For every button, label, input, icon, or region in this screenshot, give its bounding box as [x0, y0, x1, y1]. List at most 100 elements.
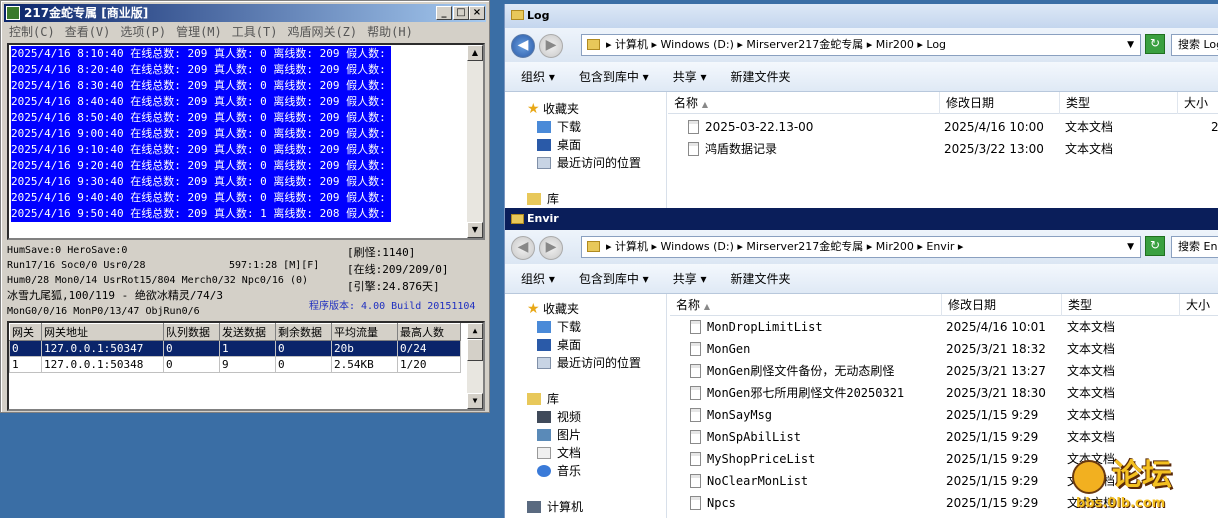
cell: 1 [9, 356, 42, 373]
header-size[interactable]: 大小 [1180, 294, 1218, 316]
nav-libraries[interactable]: 库 [527, 390, 559, 408]
forward-arrow-icon[interactable]: ▶ [539, 236, 563, 260]
file-row[interactable]: MonSayMsg 2025/1/15 9:29 文本文档 [670, 404, 1218, 426]
refresh-icon[interactable]: ↻ [1145, 34, 1165, 54]
new-folder-button[interactable]: 新建文件夹 [715, 264, 799, 294]
nav-favorites[interactable]: ★ 收藏夹 [527, 300, 579, 318]
back-arrow-icon[interactable]: ◀ [511, 236, 535, 260]
file-row[interactable]: MonDropLimitList 2025/4/16 10:01 文本文档 [670, 316, 1218, 338]
share-button[interactable]: 共享 ▾ [657, 62, 715, 92]
log-line: 2025/4/16 9:30:40 在线总数: 209 真人数: 0 离线数: … [11, 174, 400, 190]
menu-control[interactable]: 控制(C) [4, 23, 60, 41]
server-title-bar[interactable]: 217金蛇专属 [商业版] _ □ × [4, 4, 486, 22]
nav-recent[interactable]: 最近访问的位置 [537, 354, 641, 372]
log-line: 2025/4/16 8:30:40 在线总数: 209 真人数: 0 离线数: … [11, 78, 400, 94]
minimize-button[interactable]: _ [436, 6, 452, 20]
scroll-down-arrow-icon[interactable]: ▼ [467, 222, 483, 238]
nav-pictures[interactable]: 图片 [537, 426, 581, 444]
text-file-icon [690, 386, 701, 400]
stat-hum: Hum0/28 Mon0/14 UsrRot15/804 Merch0/32 N… [7, 275, 309, 286]
desktop-icon [537, 339, 551, 351]
header-name[interactable]: 名称 ▲ [668, 92, 940, 114]
nav-recent[interactable]: 最近访问的位置 [537, 154, 641, 172]
col-send[interactable]: 发送数据 [219, 323, 276, 341]
new-folder-button[interactable]: 新建文件夹 [715, 62, 799, 92]
header-size[interactable]: 大小 [1178, 92, 1218, 114]
include-library-button[interactable]: 包含到库中 ▾ [563, 264, 657, 294]
header-type[interactable]: 类型 [1060, 92, 1178, 114]
gateway-table[interactable]: 网关 网关地址 队列数据 发送数据 剩余数据 平均流量 最高人数 0 127.0… [7, 321, 485, 411]
text-file-icon [690, 408, 701, 422]
col-avg-flow[interactable]: 平均流量 [331, 323, 398, 341]
nav-videos[interactable]: 视频 [537, 408, 581, 426]
col-queue[interactable]: 队列数据 [163, 323, 220, 341]
nav-libraries[interactable]: 库 [527, 190, 559, 208]
menu-manage[interactable]: 管理(M) [171, 23, 227, 41]
server-log[interactable]: 2025/4/16 8:10:40 在线总数: 209 真人数: 0 离线数: … [7, 43, 485, 240]
menu-help[interactable]: 帮助(H) [362, 23, 418, 41]
log-file-list: 名称 ▲ 修改日期 类型 大小 2025-03-22.13-00 2025/4/… [668, 92, 1218, 210]
log-scrollbar[interactable]: ▲ ▼ [467, 45, 483, 238]
chevron-down-icon[interactable]: ▼ [1127, 35, 1134, 55]
col-gateway[interactable]: 网关 [9, 323, 42, 341]
file-row[interactable]: 2025-03-22.13-00 2025/4/16 10:00 文本文档 2 [668, 116, 1218, 138]
close-button[interactable]: × [469, 6, 485, 20]
scroll-thumb[interactable] [467, 339, 483, 361]
search-input[interactable]: 搜索 En [1171, 236, 1218, 258]
organize-button[interactable]: 组织 ▾ [505, 62, 563, 92]
nav-downloads[interactable]: 下载 [537, 318, 581, 336]
nav-documents[interactable]: 文档 [537, 444, 581, 462]
cell: 20b [331, 340, 398, 357]
watermark-text: 论坛 [1112, 458, 1172, 493]
include-library-button[interactable]: 包含到库中 ▾ [563, 62, 657, 92]
menu-tools[interactable]: 工具(T) [227, 23, 283, 41]
address-input[interactable]: ▸ 计算机 ▸ Windows (D:) ▸ Mirserver217金蛇专属 … [581, 34, 1141, 56]
search-input[interactable]: 搜索 Log [1171, 34, 1218, 56]
nav-music[interactable]: 音乐 [537, 462, 581, 480]
gateway-scrollbar[interactable]: ▲ ▼ [467, 323, 483, 409]
header-type[interactable]: 类型 [1062, 294, 1180, 316]
file-row[interactable]: MonGen 2025/3/21 18:32 文本文档 [670, 338, 1218, 360]
share-button[interactable]: 共享 ▾ [657, 264, 715, 294]
scroll-up-arrow-icon[interactable]: ▲ [467, 323, 483, 339]
header-date[interactable]: 修改日期 [942, 294, 1062, 316]
nav-downloads[interactable]: 下载 [537, 118, 581, 136]
address-input[interactable]: ▸ 计算机 ▸ Windows (D:) ▸ Mirserver217金蛇专属 … [581, 236, 1141, 258]
nav-favorites[interactable]: ★ 收藏夹 [527, 100, 579, 118]
back-arrow-icon[interactable]: ◀ [511, 34, 535, 58]
forward-arrow-icon[interactable]: ▶ [539, 34, 563, 58]
library-icon [527, 393, 541, 405]
nav-computer[interactable]: 计算机 [527, 498, 583, 516]
col-address[interactable]: 网关地址 [41, 323, 164, 341]
header-date[interactable]: 修改日期 [940, 92, 1060, 114]
table-row[interactable]: 0 127.0.0.1:50347 0 1 0 20b 0/24 [9, 340, 461, 357]
nav-desktop[interactable]: 桌面 [537, 136, 581, 154]
nav-desktop[interactable]: 桌面 [537, 336, 581, 354]
scroll-down-arrow-icon[interactable]: ▼ [467, 393, 483, 409]
gateway-header-row: 网关 网关地址 队列数据 发送数据 剩余数据 平均流量 最高人数 [9, 323, 461, 341]
download-folder-icon [537, 121, 551, 133]
menu-gateway[interactable]: 鸡盾网关(Z) [282, 23, 362, 41]
file-row[interactable]: MonSpAbilList 2025/1/15 9:29 文本文档 [670, 426, 1218, 448]
file-row[interactable]: 鸿盾数据记录 2025/3/22 13:00 文本文档 [668, 138, 1218, 160]
file-row[interactable]: MonGen邪七所用刷怪文件20250321 2025/3/21 18:30 文… [670, 382, 1218, 404]
server-menubar: 控制(C) 查看(V) 选项(P) 管理(M) 工具(T) 鸡盾网关(Z) 帮助(H) [4, 23, 486, 41]
organize-button[interactable]: 组织 ▾ [505, 264, 563, 294]
stat-engine: [引擎:24.876天] [347, 280, 440, 293]
col-max-users[interactable]: 最高人数 [397, 323, 461, 341]
menu-options[interactable]: 选项(P) [115, 23, 171, 41]
menu-view[interactable]: 查看(V) [60, 23, 116, 41]
refresh-icon[interactable]: ↻ [1145, 236, 1165, 256]
chevron-down-icon[interactable]: ▼ [1127, 237, 1134, 257]
scroll-up-arrow-icon[interactable]: ▲ [467, 45, 483, 61]
envir-title-bar[interactable]: Envir [505, 208, 1218, 230]
table-row[interactable]: 1 127.0.0.1:50348 0 9 0 2.54KB 1/20 [9, 356, 461, 373]
header-name[interactable]: 名称 ▲ [670, 294, 942, 316]
col-remain[interactable]: 剩余数据 [275, 323, 332, 341]
sort-up-icon: ▲ [701, 100, 708, 109]
star-icon: ★ [527, 101, 540, 117]
log-title-bar[interactable]: Log [505, 4, 1218, 28]
file-row[interactable]: MonGen刷怪文件备份，无动态刷怪 2025/3/21 13:27 文本文档 [670, 360, 1218, 382]
maximize-button[interactable]: □ [453, 6, 469, 20]
download-folder-icon [537, 321, 551, 333]
